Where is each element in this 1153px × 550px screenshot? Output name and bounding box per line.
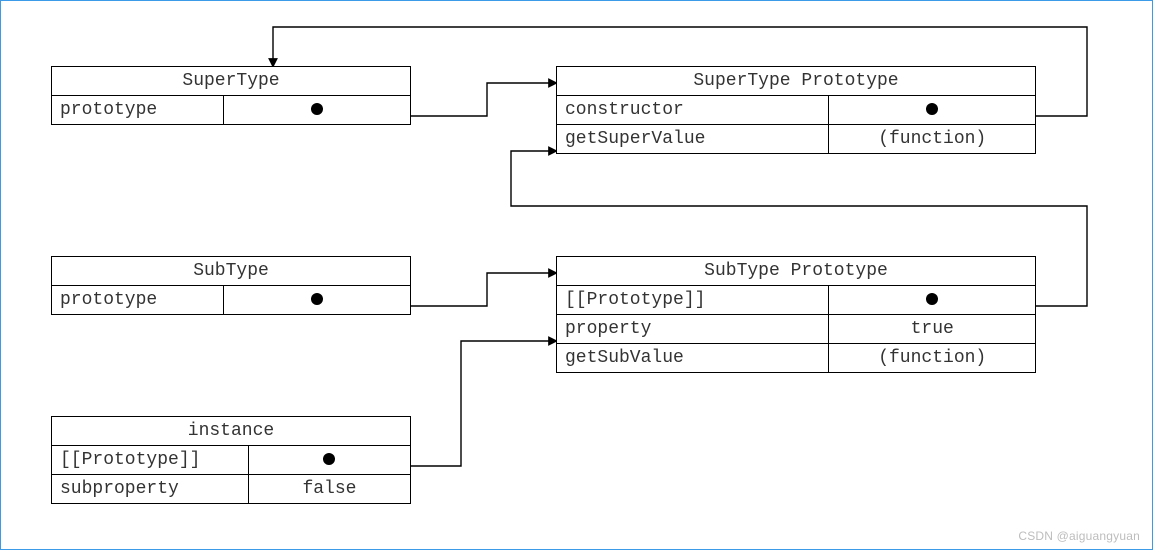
label-instance-subproperty: subproperty — [52, 475, 249, 503]
row-subtype-proto-getsubvalue: getSubValue (function) — [557, 344, 1035, 372]
value-subtype-proto-prototype — [829, 286, 1035, 314]
row-instance-subproperty: subproperty false — [52, 475, 410, 503]
box-subtype-prototype-title: SubType Prototype — [557, 257, 1035, 286]
pointer-dot-icon — [926, 293, 938, 305]
pointer-dot-icon — [323, 453, 335, 465]
value-instance-subproperty: false — [249, 475, 410, 503]
label-supertype-proto-getsupervalue: getSuperValue — [557, 125, 829, 153]
row-subtype-prototype: prototype — [52, 286, 410, 314]
value-instance-prototype — [249, 446, 410, 474]
pointer-dot-icon — [926, 103, 938, 115]
label-instance-prototype: [[Prototype]] — [52, 446, 249, 474]
pointer-dot-icon — [311, 293, 323, 305]
label-subtype-prototype: prototype — [52, 286, 224, 314]
row-subtype-proto-property: property true — [557, 315, 1035, 344]
box-supertype-prototype-title: SuperType Prototype — [557, 67, 1035, 96]
value-supertype-proto-getsupervalue: (function) — [829, 125, 1035, 153]
label-subtype-proto-prototype: [[Prototype]] — [557, 286, 829, 314]
box-subtype-prototype: SubType Prototype [[Prototype]] property… — [556, 256, 1036, 373]
row-instance-prototype: [[Prototype]] — [52, 446, 410, 475]
diagram-frame: SuperType prototype SuperType Prototype … — [0, 0, 1153, 550]
row-supertype-proto-getsupervalue: getSuperValue (function) — [557, 125, 1035, 153]
watermark: CSDN @aiguangyuan — [1018, 529, 1140, 543]
value-subtype-prototype — [224, 286, 410, 314]
box-subtype: SubType prototype — [51, 256, 411, 315]
box-supertype: SuperType prototype — [51, 66, 411, 125]
box-supertype-prototype: SuperType Prototype constructor getSuper… — [556, 66, 1036, 154]
box-subtype-title: SubType — [52, 257, 410, 286]
pointer-dot-icon — [311, 103, 323, 115]
label-subtype-proto-property: property — [557, 315, 829, 343]
box-supertype-title: SuperType — [52, 67, 410, 96]
value-supertype-proto-constructor — [829, 96, 1035, 124]
label-supertype-prototype: prototype — [52, 96, 224, 124]
box-instance-title: instance — [52, 417, 410, 446]
box-instance: instance [[Prototype]] subproperty false — [51, 416, 411, 504]
label-supertype-proto-constructor: constructor — [557, 96, 829, 124]
value-supertype-prototype — [224, 96, 410, 124]
row-supertype-prototype: prototype — [52, 96, 410, 124]
value-subtype-proto-property: true — [829, 315, 1035, 343]
row-subtype-proto-prototype: [[Prototype]] — [557, 286, 1035, 315]
label-subtype-proto-getsubvalue: getSubValue — [557, 344, 829, 372]
row-supertype-proto-constructor: constructor — [557, 96, 1035, 125]
value-subtype-proto-getsubvalue: (function) — [829, 344, 1035, 372]
